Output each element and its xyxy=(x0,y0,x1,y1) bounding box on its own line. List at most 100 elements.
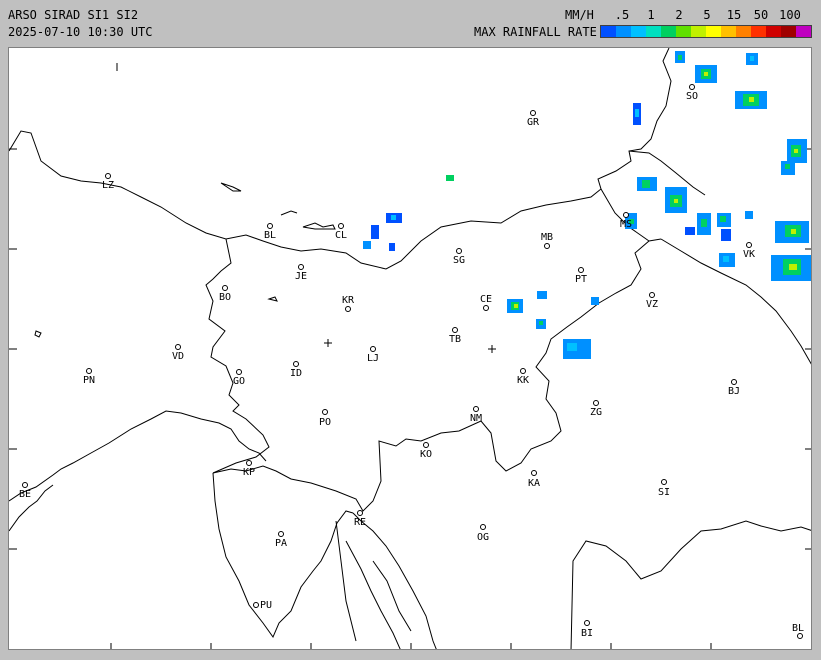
legend-color-bar xyxy=(600,25,812,38)
city-lz: LZ xyxy=(102,173,114,191)
lake xyxy=(280,210,298,216)
city-ka: KA xyxy=(528,470,540,489)
legend-tick: 5 xyxy=(703,8,711,22)
city-po: PO xyxy=(319,409,331,428)
city-bo: BO xyxy=(219,285,231,303)
radar-map[interactable]: GR LZ BL CL SO MB MS VK SG JE BO KR CE P… xyxy=(8,47,812,650)
city-label: MB xyxy=(541,232,553,243)
city-label: BE xyxy=(19,489,31,500)
city-lj: LJ xyxy=(367,346,379,364)
legend-tick: 100 xyxy=(779,8,801,22)
legend-swatch xyxy=(676,26,691,37)
city-ko: KO xyxy=(420,442,432,460)
city-label: BI xyxy=(581,628,593,639)
legend-swatch xyxy=(736,26,751,37)
city-label: GO xyxy=(233,376,245,387)
frame-ticks xyxy=(9,148,811,649)
legend-tick: 50 xyxy=(753,8,769,22)
city-sg: SG xyxy=(453,248,465,266)
city-ce: CE xyxy=(480,294,492,311)
radar-site-marker xyxy=(324,339,332,347)
city-vz: VZ xyxy=(646,292,658,310)
city-label: BL xyxy=(792,623,804,634)
city-vd: VD xyxy=(172,344,184,362)
city-label: KR xyxy=(342,295,355,306)
legend-swatch xyxy=(646,26,661,37)
city-je: JE xyxy=(295,264,307,282)
city-label: SO xyxy=(686,91,698,102)
city-kr: KR xyxy=(342,295,355,312)
coastline xyxy=(352,512,437,649)
city-pu: PU xyxy=(253,600,272,611)
city-label: LZ xyxy=(102,180,114,191)
city-markers: GR LZ BL CL SO MB MS VK SG JE BO KR CE P… xyxy=(19,84,804,639)
city-label: BL xyxy=(264,230,276,241)
city-label: CE xyxy=(480,294,492,305)
city-nm: NM xyxy=(470,406,482,424)
city-mb: MB xyxy=(541,232,553,249)
legend-tick-labels: .5 1 2 5 15 50 100 xyxy=(600,8,812,22)
city-label: RE xyxy=(354,517,366,528)
legend-swatch xyxy=(691,26,706,37)
city-so: SO xyxy=(686,84,698,102)
legend-tick: 2 xyxy=(675,8,683,22)
city-bj: BJ xyxy=(728,379,740,397)
city-label: PA xyxy=(275,538,287,549)
city-bl: BL xyxy=(264,223,276,241)
city-go: GO xyxy=(233,369,245,387)
legend-swatch xyxy=(661,26,676,37)
radar-sites xyxy=(324,339,496,353)
city-label: ZG xyxy=(590,407,602,418)
city-label: JE xyxy=(295,271,307,282)
city-tb: TB xyxy=(449,327,461,345)
city-label: PN xyxy=(83,375,95,386)
city-bi: BI xyxy=(581,620,593,639)
legend-swatch xyxy=(616,26,631,37)
city-gr: GR xyxy=(527,110,540,128)
city-label: PO xyxy=(319,417,331,428)
city-label: PT xyxy=(575,274,587,285)
island xyxy=(372,560,412,632)
city-label: ID xyxy=(290,368,302,379)
city-label: NM xyxy=(470,413,482,424)
city-label: TB xyxy=(449,334,461,345)
city-label: CL xyxy=(335,230,347,241)
legend-swatch xyxy=(751,26,766,37)
legend-swatch xyxy=(796,26,811,37)
city-zg: ZG xyxy=(590,400,602,418)
legend-swatch xyxy=(601,26,616,37)
city-label: VZ xyxy=(646,299,658,310)
city-label: SG xyxy=(453,255,465,266)
city-kp: KP xyxy=(243,460,255,478)
city-label: VK xyxy=(743,249,755,260)
coastline xyxy=(212,472,354,639)
legend-unit: MM/H xyxy=(565,8,594,22)
city-pt: PT xyxy=(575,267,587,285)
coastline xyxy=(9,410,267,502)
lake xyxy=(34,330,42,338)
border-line xyxy=(212,238,662,512)
legend-swatch xyxy=(781,26,796,37)
city-label: KO xyxy=(420,449,432,460)
city-label: VD xyxy=(172,351,184,362)
city-pa: PA xyxy=(275,531,287,549)
lake xyxy=(267,296,278,302)
city-id: ID xyxy=(290,361,302,379)
legend-tick: .5 xyxy=(614,8,630,22)
city-label: SI xyxy=(658,487,670,498)
legend-swatch xyxy=(766,26,781,37)
city-label: BO xyxy=(219,292,231,303)
city-cl: CL xyxy=(335,223,347,241)
city-be: BE xyxy=(19,482,31,500)
city-label: LJ xyxy=(367,353,379,364)
city-pn: PN xyxy=(83,368,95,386)
city-label: BJ xyxy=(728,386,740,397)
timestamp: 2025-07-10 10:30 UTC xyxy=(8,25,153,39)
legend-swatch xyxy=(631,26,646,37)
legend-swatch xyxy=(706,26,721,37)
product-title: ARSO SIRAD SI1 SI2 xyxy=(8,8,139,22)
border-line xyxy=(570,520,811,649)
city-si: SI xyxy=(658,479,670,498)
lake xyxy=(302,222,336,230)
city-vk: VK xyxy=(743,242,755,260)
